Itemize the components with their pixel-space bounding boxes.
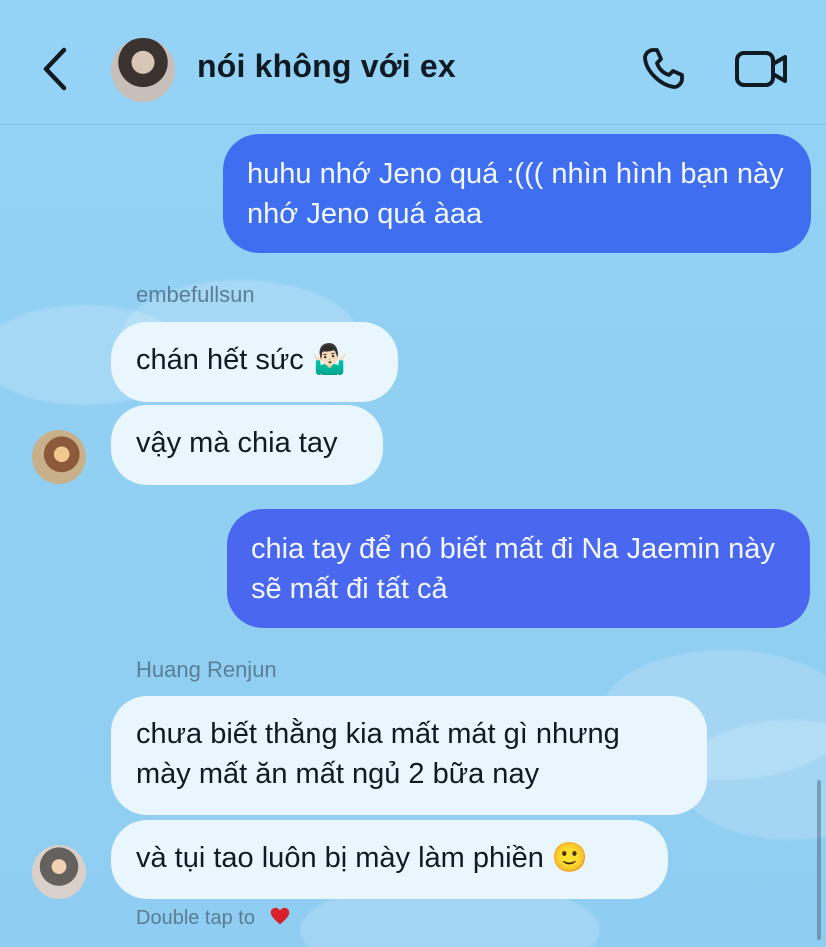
double-tap-text: Double tap to bbox=[136, 907, 255, 929]
double-tap-hint: Double tap to bbox=[136, 905, 291, 930]
back-chevron-icon[interactable] bbox=[36, 44, 76, 94]
message-text: chán hết sức 🤷🏻‍♂️ bbox=[136, 344, 348, 376]
message-text: và tụi tao luôn bị mày làm phiền 🙂 bbox=[136, 842, 589, 874]
group-avatar[interactable] bbox=[111, 38, 175, 102]
sender-avatar[interactable] bbox=[32, 430, 86, 484]
chat-title[interactable]: nói không với ex bbox=[197, 48, 456, 85]
sender-name: embefullsun bbox=[136, 282, 255, 307]
chat-header: nói không với ex bbox=[0, 0, 826, 125]
heart-icon bbox=[270, 907, 289, 925]
scrollbar[interactable] bbox=[817, 780, 821, 940]
incoming-message[interactable]: chưa biết thằng kia mất mát gì nhưng mày… bbox=[111, 696, 707, 815]
video-icon[interactable] bbox=[732, 44, 790, 94]
phone-icon[interactable] bbox=[638, 42, 690, 94]
incoming-message[interactable]: vậy mà chia tay bbox=[111, 405, 383, 485]
outgoing-message[interactable]: huhu nhớ Jeno quá :((( nhìn hình bạn này… bbox=[223, 134, 811, 253]
outgoing-message[interactable]: chia tay để nó biết mất đi Na Jaemin này… bbox=[227, 509, 810, 628]
incoming-message[interactable]: và tụi tao luôn bị mày làm phiền 🙂 bbox=[111, 820, 668, 899]
incoming-message[interactable]: chán hết sức 🤷🏻‍♂️ bbox=[111, 322, 398, 402]
sender-name: Huang Renjun bbox=[136, 657, 277, 682]
sender-avatar[interactable] bbox=[32, 845, 86, 899]
